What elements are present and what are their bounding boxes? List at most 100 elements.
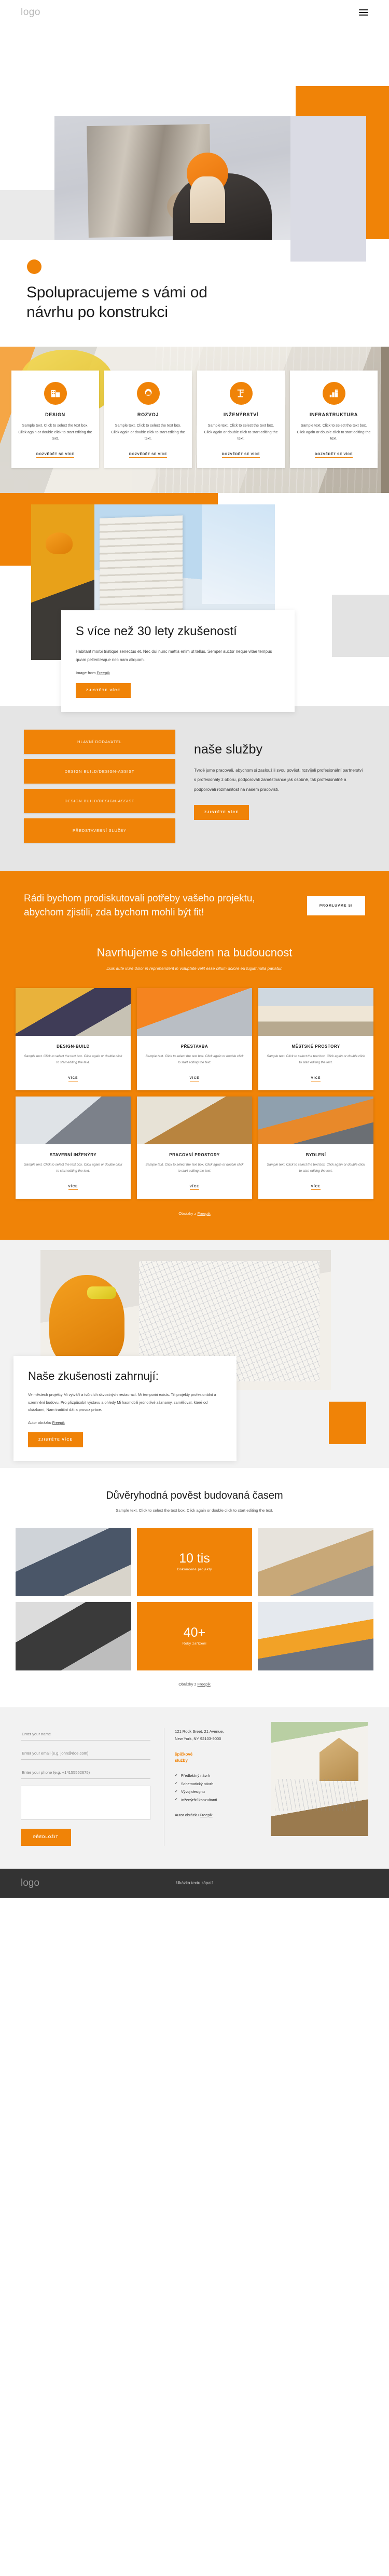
feature-card[interactable]: INŽENÝRSTVÍ Sample text. Click to select… — [197, 371, 285, 468]
check-icon: ✓ — [175, 1789, 178, 1793]
freepik-link[interactable]: Freepik — [52, 1420, 65, 1425]
features-section: DESIGN Sample text. Click to select the … — [0, 347, 389, 493]
feature-body: Sample text. Click to select the text bo… — [204, 423, 278, 441]
services-section: HLAVNÍ DODAVATEL DESIGN BUILD/DESIGN-ASS… — [0, 705, 389, 871]
contact-image-credit: Autor obrázku Freepik — [175, 1813, 257, 1817]
portfolio-card-link[interactable]: VÍCE — [68, 1076, 78, 1081]
yellow-tool — [87, 1286, 116, 1299]
experience2-cta-button[interactable]: ZJISTĚTE VÍCE — [28, 1432, 84, 1447]
reputation-image-credit: Obrázky z Freepik — [16, 1682, 373, 1687]
feature-card[interactable]: INFRASTRUKTURA Sample text. Click to sel… — [290, 371, 378, 468]
portfolio-card-body: Sample text. Click to select the text bo… — [267, 1054, 365, 1065]
service-button-design-build-2[interactable]: DESIGN BUILD/DESIGN-ASSIST — [24, 788, 175, 813]
portfolio-card-link[interactable]: VÍCE — [311, 1184, 321, 1190]
portfolio-section: Navrhujeme s ohledem na budoucnost Duis … — [0, 940, 389, 1240]
hamburger-menu-icon[interactable] — [359, 9, 368, 16]
reputation-photo — [258, 1527, 373, 1596]
feature-link[interactable]: DOZVĚDĚT SE VÍCE — [221, 452, 260, 458]
feature-link[interactable]: DOZVĚDĚT SE VÍCE — [129, 452, 168, 458]
experience2-body: Ve městech projekty Mi vytváří a tvůrcíc… — [28, 1392, 216, 1413]
feature-card[interactable]: ROZVOJ Sample text. Click to select the … — [104, 371, 192, 468]
portfolio-card[interactable]: PŘESTAVBA Sample text. Click to select t… — [137, 988, 252, 1090]
cta-banner: Rádi bychom prodiskutovali potřeby vašeh… — [0, 870, 389, 941]
contact-form: PŘEDLOŽIT — [21, 1728, 150, 1846]
services-checklist: ✓ Předběžný návrh ✓ Schematický návrh ✓ Výv… — [175, 1772, 257, 1804]
photo-sky — [202, 504, 275, 604]
submit-button[interactable]: PŘEDLOŽIT — [21, 1828, 71, 1846]
portfolio-card-title: STAVEBNÍ INŽENÝRY — [49, 1152, 97, 1157]
tagline-line-1: špičkové — [175, 1751, 193, 1757]
services-cta-button[interactable]: ZJISTĚTE VÍCE — [194, 805, 249, 820]
address-line-1: 121 Rock Sreet, 21 Avenue, — [175, 1729, 224, 1734]
cta-title: Rádi bychom prodiskutovali potřeby vašeh… — [24, 893, 255, 919]
stat-label: Roky zařízení — [182, 1642, 207, 1646]
gear-home-icon — [136, 382, 160, 405]
credit-prefix: Autor obrázku — [28, 1420, 52, 1425]
check-icon: ✓ — [175, 1773, 178, 1777]
portfolio-card[interactable]: MĚSTSKÉ PROSTORY Sample text. Click to s… — [258, 988, 373, 1090]
portfolio-card-body: Sample text. Click to select the text bo… — [267, 1162, 365, 1173]
service-button-main-contractor[interactable]: HLAVNÍ DODAVATEL — [24, 729, 175, 754]
freepik-link[interactable]: Freepik — [200, 1813, 213, 1817]
email-field[interactable] — [21, 1747, 150, 1760]
experience-grey-accent — [332, 594, 389, 657]
portfolio-card-title: PRACOVNÍ PROSTORY — [169, 1152, 220, 1157]
portfolio-card-title: PŘESTAVBA — [180, 1044, 209, 1049]
service-button-preconstruction[interactable]: PŘEDSTAVEBNÍ SLUŽBY — [24, 818, 175, 843]
experience-card: S více než 30 lety zkušeností Habitant m… — [61, 610, 295, 712]
site-logo[interactable]: logo — [21, 7, 40, 18]
feature-title: ROZVOJ — [137, 412, 159, 417]
experience-body: Habitant morbi tristique senectus et. Ne… — [76, 649, 272, 662]
portfolio-card[interactable]: DESIGN-BUILD Sample text. Click to selec… — [16, 988, 131, 1090]
portfolio-card[interactable]: BYDLENÍ Sample text. Click to select the… — [258, 1096, 373, 1199]
feature-card[interactable]: DESIGN Sample text. Click to select the … — [11, 371, 99, 468]
freepik-link[interactable]: Freepik — [197, 1211, 210, 1216]
portfolio-title: Navrhujeme s ohledem na budoucnost — [96, 946, 293, 959]
name-field[interactable] — [21, 1728, 150, 1741]
experience-cta-button[interactable]: ZJISTĚTE VÍCE — [76, 683, 131, 698]
feature-title: DESIGN — [45, 412, 65, 417]
phone-field[interactable] — [21, 1766, 150, 1779]
list-item-label: Inženýrští konzultanti — [180, 1797, 217, 1802]
landing-page: logo Spolupracujeme s vámi od návrhu po … — [0, 0, 389, 1898]
reputation-subtitle: Sample text. Click to select the text bo… — [116, 1508, 273, 1513]
feature-link[interactable]: DOZVĚDĚT SE VÍCE — [36, 452, 75, 458]
stat-number: 40+ — [183, 1625, 206, 1640]
contact-info: 121 Rock Sreet, 21 Avenue, New York, NY … — [164, 1728, 257, 1846]
list-item: ✓ Předběžný návrh — [175, 1772, 257, 1780]
portfolio-subtitle: Duis aute irure dolor in reprehenderit i… — [106, 966, 283, 971]
stat-number: 10 tis — [179, 1551, 210, 1566]
cta-button[interactable]: PROMLUVME SI — [307, 896, 365, 915]
message-field[interactable] — [21, 1785, 150, 1820]
freepik-link[interactable]: Freepik — [197, 1682, 210, 1687]
services-button-list: HLAVNÍ DODAVATEL DESIGN BUILD/DESIGN-ASS… — [24, 729, 175, 843]
experience-section: S více než 30 lety zkušeností Habitant m… — [0, 492, 389, 712]
credit-prefix: Image from — [76, 670, 97, 676]
services-text: naše služby Tvrdě jsme pracovali, abycho… — [194, 730, 365, 843]
services-title: naše služby — [194, 742, 263, 757]
portfolio-card-title: BYDLENÍ — [305, 1152, 326, 1157]
footer-logo[interactable]: logo — [21, 1878, 39, 1889]
reputation-section: Důvěryhodná pověst budovaná časem Sample… — [0, 1468, 389, 1707]
experience2-title: Naše zkušenosti zahrnují: — [28, 1369, 159, 1382]
crane-icon — [229, 382, 253, 405]
portfolio-card-link[interactable]: VÍCE — [189, 1076, 200, 1081]
feature-body: Sample text. Click to select the text bo… — [297, 423, 371, 441]
freepik-link[interactable]: Freepik — [97, 670, 110, 675]
feature-link[interactable]: DOZVĚDĚT SE VÍCE — [314, 452, 353, 458]
hero-section: Spolupracujeme s vámi od návrhu po konst… — [0, 25, 389, 347]
portfolio-card[interactable]: PRACOVNÍ PROSTORY Sample text. Click to … — [137, 1096, 252, 1199]
portfolio-card-link[interactable]: VÍCE — [68, 1184, 78, 1190]
services-body: Tvrdě jsme pracovali, abychom si zaslouž… — [194, 768, 363, 792]
reputation-grid: 10 tis Dokončené projekty 40+ Roky zaříz… — [16, 1527, 373, 1670]
reputation-photo — [16, 1601, 131, 1670]
list-item-label: Schematický návrh — [180, 1781, 214, 1786]
portfolio-card-title: MĚSTSKÉ PROSTORY — [291, 1044, 340, 1049]
portfolio-card-link[interactable]: VÍCE — [311, 1076, 321, 1081]
portfolio-card[interactable]: STAVEBNÍ INŽENÝRY Sample text. Click to … — [16, 1096, 131, 1199]
credit-prefix: Obrázky z — [178, 1681, 198, 1687]
service-button-design-build-1[interactable]: DESIGN BUILD/DESIGN-ASSIST — [24, 759, 175, 784]
tagline-line-2: služby — [175, 1758, 188, 1763]
portfolio-card-link[interactable]: VÍCE — [189, 1184, 200, 1190]
feature-body: Sample text. Click to select the text bo… — [111, 423, 185, 441]
